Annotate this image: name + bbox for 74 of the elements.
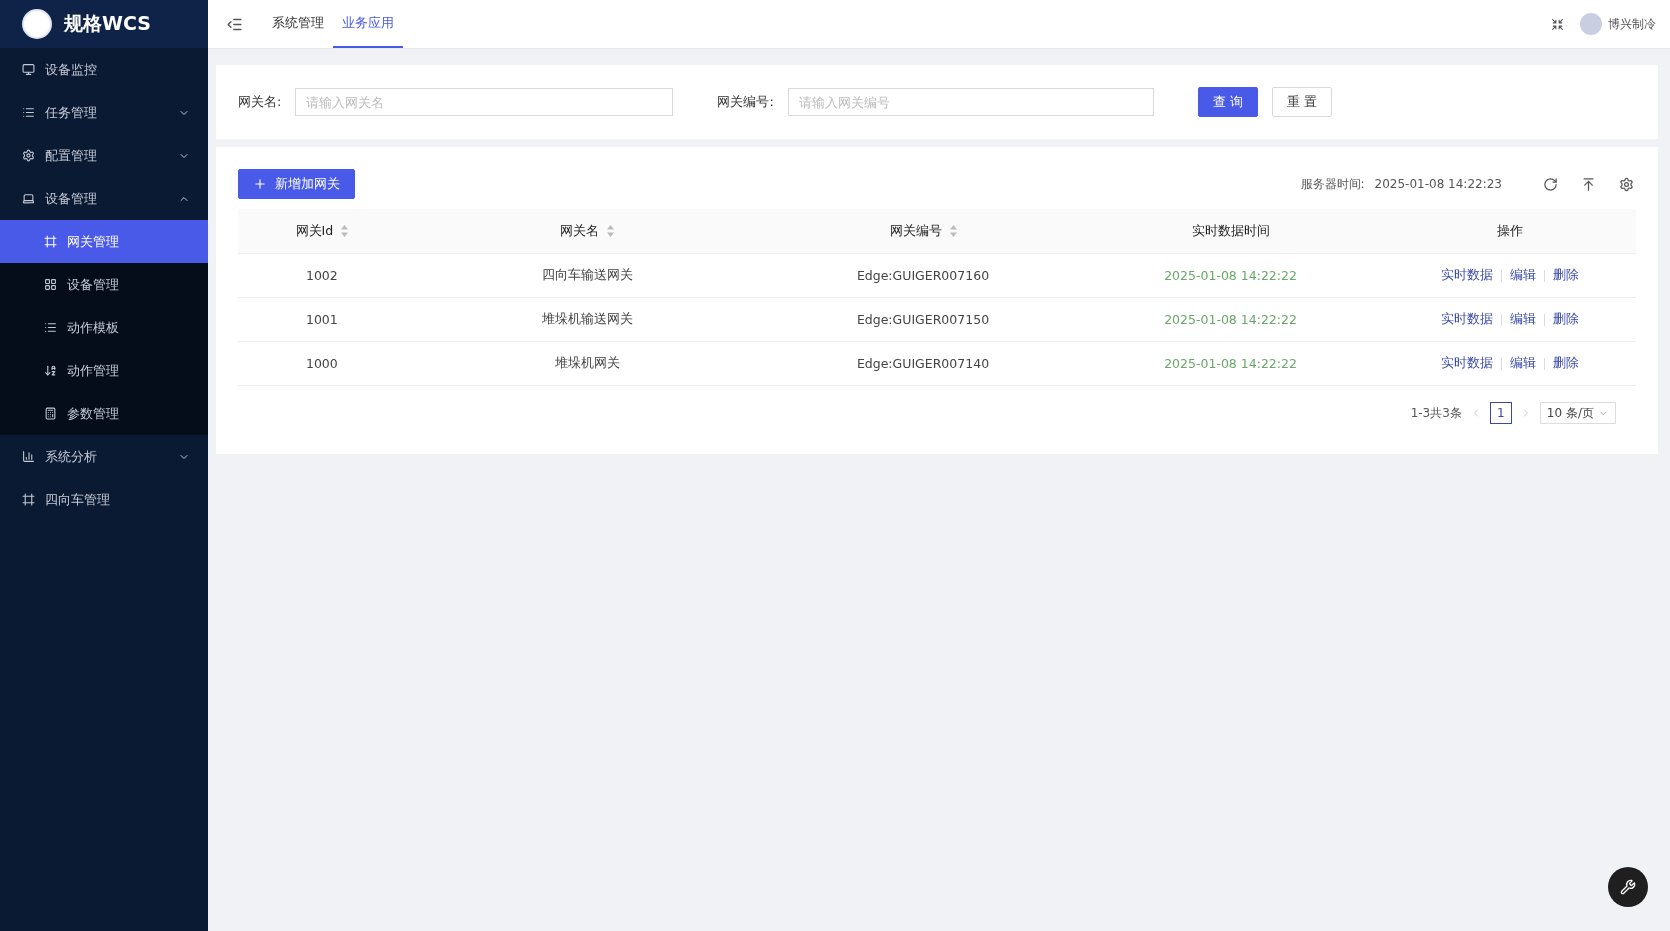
action-link[interactable]: 删除 (1553, 355, 1580, 370)
monitor-icon (22, 63, 35, 76)
menu-item[interactable]: 配置管理 (0, 134, 208, 177)
gear-icon (22, 149, 35, 162)
column-header[interactable]: 网关名 (405, 209, 770, 254)
settings-icon (1618, 176, 1634, 192)
action-link[interactable]: 实时数据 (1441, 311, 1494, 326)
list-icon (44, 321, 57, 334)
action-link[interactable]: 编辑 (1510, 267, 1537, 282)
user-name[interactable]: 博兴制冷 (1608, 15, 1656, 33)
laptop-icon (22, 192, 35, 205)
bar-chart-icon (22, 450, 35, 463)
menu-item[interactable]: 任务管理 (0, 91, 208, 134)
action-link[interactable]: 实时数据 (1441, 267, 1494, 282)
collapse-icon[interactable] (1551, 17, 1564, 31)
column-header[interactable]: 网关Id (238, 209, 406, 254)
menu-item[interactable]: 四向车管理 (0, 478, 208, 521)
list-icon (22, 106, 35, 119)
table-cell: 1001 (238, 297, 406, 342)
table-cell: 四向车输送网关 (405, 253, 770, 298)
sort-icon (44, 364, 57, 377)
refresh-icon (1542, 176, 1558, 192)
menu-item[interactable]: 系统分析 (0, 435, 208, 478)
action-link[interactable]: 实时数据 (1441, 355, 1494, 370)
action-link[interactable]: 删除 (1553, 311, 1580, 326)
wrench-button[interactable] (1608, 867, 1648, 907)
table-cell: 2025-01-08 14:22:22 (1076, 341, 1385, 386)
input-field[interactable]: 请输入网关名 (295, 88, 674, 116)
column-header: 操作 (1384, 209, 1636, 254)
nav-tab[interactable]: 系统管理 (263, 0, 333, 48)
input-field[interactable]: 请输入网关编号 (787, 88, 1154, 116)
logo-icon (22, 9, 52, 39)
table-cell: Edge:GUIGER007150 (769, 297, 1077, 342)
menu-item[interactable]: 动作管理 (0, 349, 208, 392)
sort-icon (949, 225, 957, 237)
sort-icon (341, 225, 349, 237)
wrench-icon (1620, 879, 1636, 895)
frame-icon (44, 235, 57, 248)
menu-item[interactable]: 动作模板 (0, 306, 208, 349)
table-cell: 2025-01-08 14:22:22 (1076, 297, 1385, 342)
calculator-icon (44, 407, 57, 420)
menu-item[interactable]: 设备管理 (0, 177, 208, 220)
nav-tab[interactable]: 业务应用 (333, 0, 403, 48)
field-label: 网关编号: (717, 93, 774, 111)
server-time-label: 服务器时间: (1300, 175, 1365, 193)
menu-item[interactable]: 网关管理 (0, 220, 208, 263)
menu-item[interactable]: 设备监控 (0, 48, 208, 91)
add-button[interactable]: 新增加网关 (238, 169, 355, 199)
page-size-select[interactable]: 10 条/页 (1539, 402, 1616, 424)
pagination-summary: 1-3共3条 (1410, 404, 1462, 422)
table-cell: Edge:GUIGER007160 (769, 253, 1077, 298)
action-link[interactable]: 编辑 (1510, 311, 1537, 326)
table-cell: 堆垛机网关 (405, 341, 770, 386)
frame-icon (22, 493, 35, 506)
reset-button[interactable]: 重 置 (1271, 87, 1333, 117)
field-label: 网关名: (238, 93, 282, 111)
table-cell: 堆垛机输送网关 (405, 297, 770, 342)
sort-icon (607, 225, 615, 237)
action-link[interactable]: 编辑 (1510, 355, 1537, 370)
app-title: 规格WCS (64, 11, 151, 36)
table-cell: Edge:GUIGER007140 (769, 341, 1077, 386)
column-header: 实时数据时间 (1076, 209, 1385, 254)
menu-item[interactable]: 设备管理 (0, 263, 208, 306)
grid-icon (44, 278, 57, 291)
query-button[interactable]: 查 询 (1197, 87, 1258, 117)
server-time: 2025-01-08 14:22:23 (1374, 177, 1502, 191)
menu-item[interactable]: 参数管理 (0, 392, 208, 435)
table-cell: 1000 (238, 341, 406, 386)
action-link[interactable]: 删除 (1553, 267, 1580, 282)
plus-icon (253, 177, 267, 191)
table-cell: 2025-01-08 14:22:22 (1076, 253, 1385, 298)
page-button[interactable]: 1 (1489, 402, 1512, 424)
column-header[interactable]: 网关编号 (769, 209, 1077, 254)
table-cell: 1002 (238, 253, 406, 298)
